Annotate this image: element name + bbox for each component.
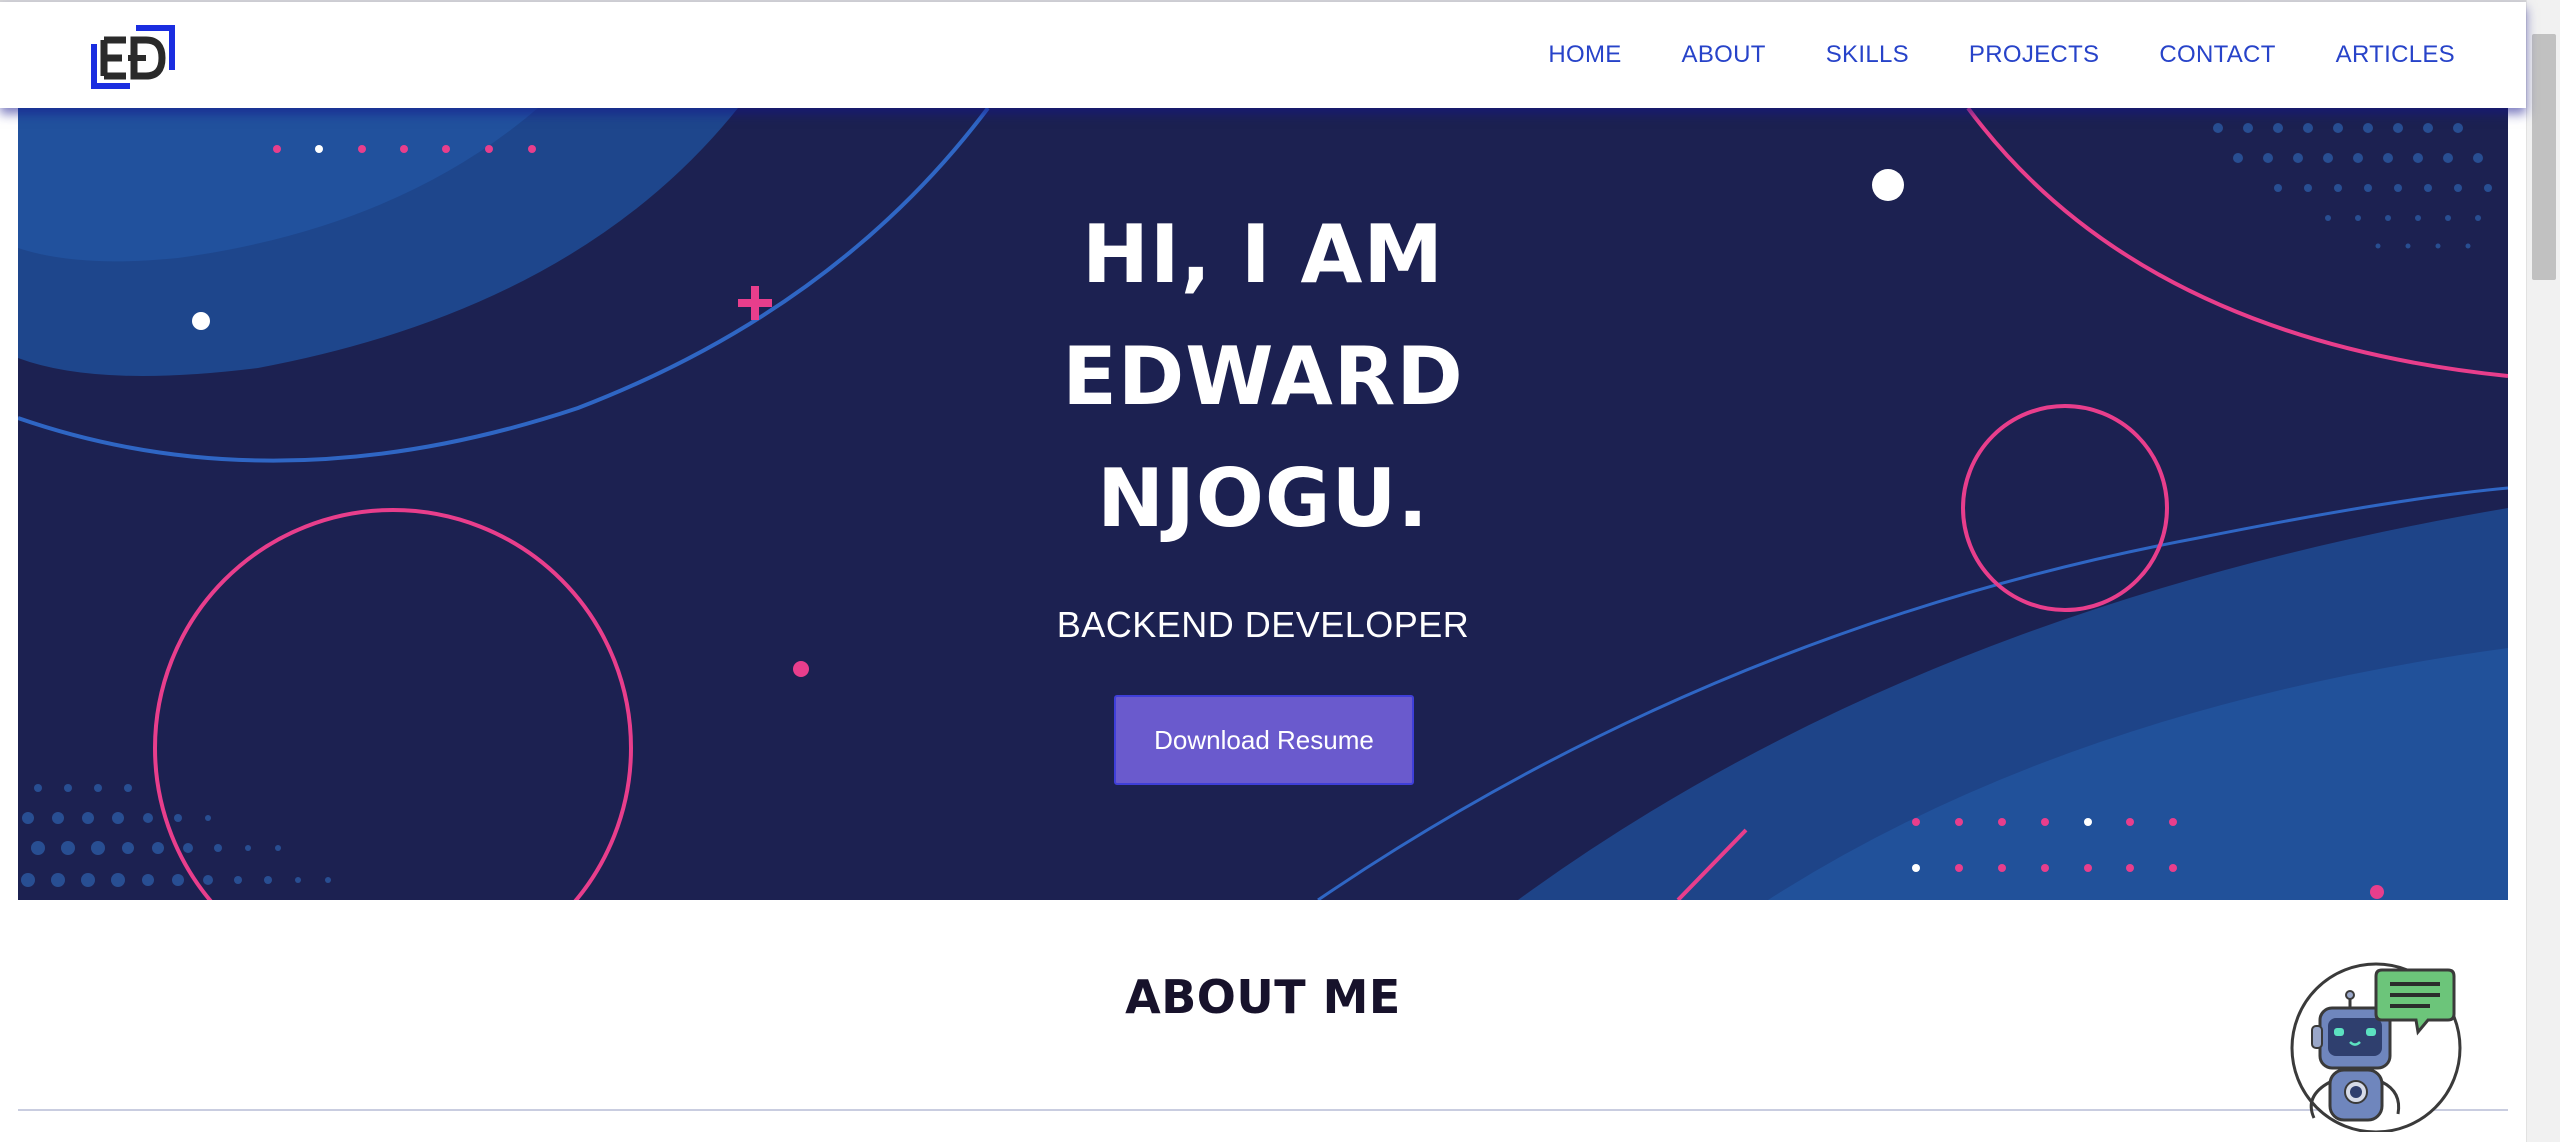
about-section-title: ABOUT ME <box>1125 970 1401 1024</box>
hero-last-name: NJOGU. <box>1097 452 1429 545</box>
nav-menu: HOME ABOUT SKILLS PROJECTS CONTACT ARTIC… <box>1548 2 2455 108</box>
hero-section: HI, I AM EDWARD NJOGU. BACKEND DEVELOPER… <box>18 108 2508 900</box>
download-resume-button[interactable]: Download Resume <box>1114 695 1414 785</box>
navbar: HOME ABOUT SKILLS PROJECTS CONTACT ARTIC… <box>0 2 2526 108</box>
nav-contact[interactable]: CONTACT <box>2159 41 2275 69</box>
nav-projects[interactable]: PROJECTS <box>1969 41 2099 69</box>
hero-first-name: EDWARD <box>1062 330 1464 423</box>
hero-content: HI, I AM EDWARD NJOGU. BACKEND DEVELOPER… <box>18 108 2508 900</box>
scrollbar-thumb[interactable] <box>2532 34 2556 280</box>
nav-home[interactable]: HOME <box>1548 41 1621 69</box>
section-divider <box>18 1109 2508 1111</box>
hero-role: BACKEND DEVELOPER <box>1056 604 1470 645</box>
nav-skills[interactable]: SKILLS <box>1826 41 1909 69</box>
nav-articles[interactable]: ARTICLES <box>2336 41 2455 69</box>
robot-chat-icon[interactable] <box>2290 962 2470 1134</box>
ed-logo-icon[interactable] <box>90 24 176 90</box>
nav-about[interactable]: ABOUT <box>1682 41 1766 69</box>
page-scrollbar[interactable] <box>2526 0 2560 1142</box>
hero-greeting: HI, I AM <box>1081 208 1445 301</box>
